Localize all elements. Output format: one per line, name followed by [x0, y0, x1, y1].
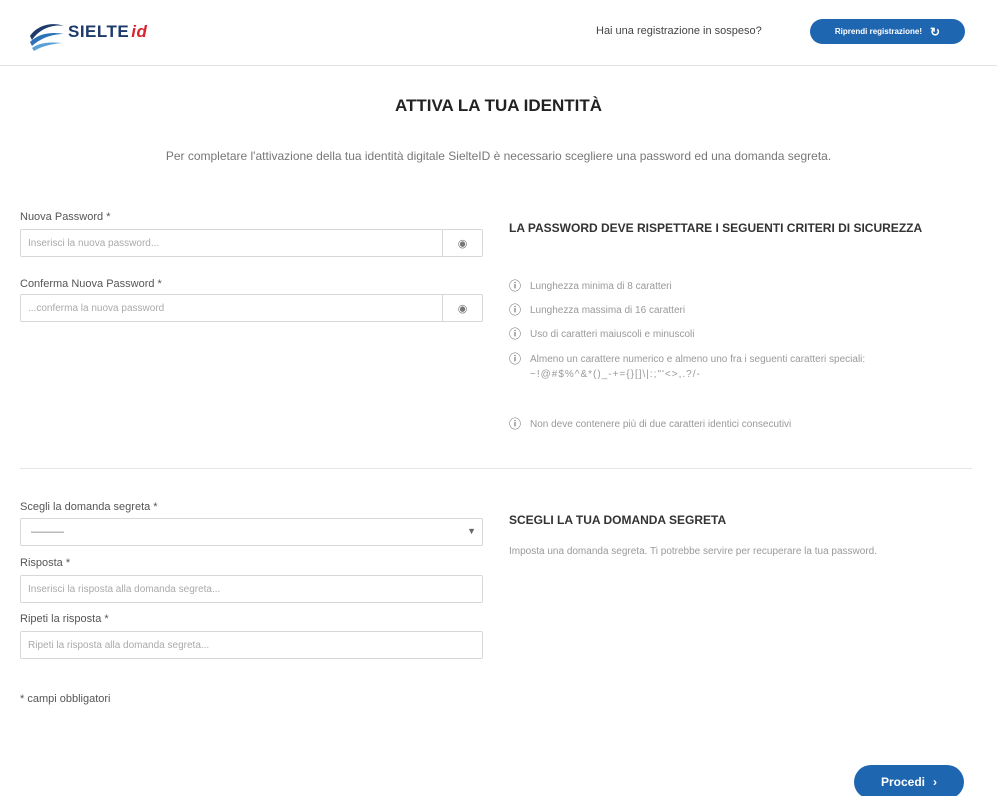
new-password-input[interactable]: Inserisci la nuova password... ◉ [20, 229, 483, 257]
logo-name: SIELTE [68, 22, 130, 41]
logo-suffix: id [131, 22, 148, 41]
secret-question-select[interactable]: ——— ▼ [20, 518, 483, 546]
criteria-item: ⓘ Almeno un carattere numerico e almeno … [509, 353, 959, 381]
criteria-text-block: Almeno un carattere numerico e almeno un… [530, 353, 959, 381]
criteria-item: ⓘ Non deve contenere più di due caratter… [509, 418, 959, 431]
criteria-text: Lunghezza massima di 16 caratteri [530, 305, 686, 316]
required-fields-note: * campi obbligatori [20, 693, 111, 705]
reload-icon: ↻ [930, 24, 941, 39]
logo-text: SIELTE id [68, 22, 147, 42]
secret-question-title: SCEGLI LA TUA DOMANDA SEGRETA [509, 513, 727, 527]
repeat-answer-placeholder: Ripeti la risposta alla domanda segreta.… [28, 639, 210, 651]
confirm-password-label: Conferma Nuova Password * [20, 278, 162, 290]
logo[interactable]: SIELTE id [28, 10, 178, 54]
eye-icon[interactable]: ◉ [442, 230, 482, 256]
resume-registration-label: Riprendi registrazione! [834, 27, 923, 36]
logo-swoosh-icon [30, 24, 64, 51]
criteria-item: ⓘ Uso di caratteri maiuscoli e minuscoli [509, 328, 959, 341]
header: SIELTE id Hai una registrazione in sospes… [0, 0, 997, 66]
special-characters: ~!@#$%^&*()_-+={}[]\|:;"'<>,.?/- [530, 369, 701, 380]
info-circle-icon: ⓘ [509, 279, 522, 293]
resume-registration-button[interactable]: Riprendi registrazione! ↻ [810, 19, 965, 44]
new-password-label: Nuova Password * [20, 211, 111, 223]
password-criteria-title: LA PASSWORD DEVE RISPETTARE I SEGUENTI C… [509, 221, 923, 235]
confirm-password-input[interactable]: ...conferma la nuova password ◉ [20, 294, 483, 322]
section-divider [20, 468, 972, 469]
secret-question-description: Imposta una domanda segreta. Ti potrebbe… [509, 546, 877, 557]
criteria-text: Almeno un carattere numerico e almeno un… [530, 354, 866, 365]
criteria-text: Uso di caratteri maiuscoli e minuscoli [530, 329, 695, 340]
criteria-item: ⓘ Lunghezza minima di 8 caratteri [509, 280, 959, 293]
answer-placeholder: Inserisci la risposta alla domanda segre… [28, 583, 221, 595]
chevron-right-icon: › [933, 775, 937, 789]
proceed-button[interactable]: Procedi › [854, 765, 964, 796]
secret-question-label: Scegli la domanda segreta * [20, 501, 158, 513]
page-intro: Per completare l'attivazione della tua i… [165, 149, 832, 163]
criteria-item: ⓘ Lunghezza massima di 16 caratteri [509, 304, 959, 317]
confirm-password-placeholder: ...conferma la nuova password [28, 302, 165, 314]
info-circle-icon: ⓘ [509, 327, 522, 341]
new-password-placeholder: Inserisci la nuova password... [28, 237, 160, 249]
pending-registration-question: Hai una registrazione in sospeso? [596, 25, 762, 37]
answer-label: Risposta * [20, 557, 71, 569]
criteria-text: Non deve contenere più di due caratteri … [530, 419, 792, 430]
proceed-label: Procedi [880, 775, 925, 789]
eye-icon[interactable]: ◉ [442, 295, 482, 321]
info-circle-icon: ⓘ [509, 417, 522, 431]
secret-question-value: ——— [31, 526, 64, 538]
info-circle-icon: ⓘ [509, 352, 522, 366]
criteria-text: Lunghezza minima di 8 caratteri [530, 281, 672, 292]
chevron-down-icon: ▼ [467, 526, 476, 536]
repeat-answer-input[interactable]: Ripeti la risposta alla domanda segreta.… [20, 631, 483, 659]
answer-input[interactable]: Inserisci la risposta alla domanda segre… [20, 575, 483, 603]
page-title: ATTIVA LA TUA IDENTITÀ [394, 96, 603, 115]
info-circle-icon: ⓘ [509, 303, 522, 317]
repeat-answer-label: Ripeti la risposta * [20, 613, 109, 625]
